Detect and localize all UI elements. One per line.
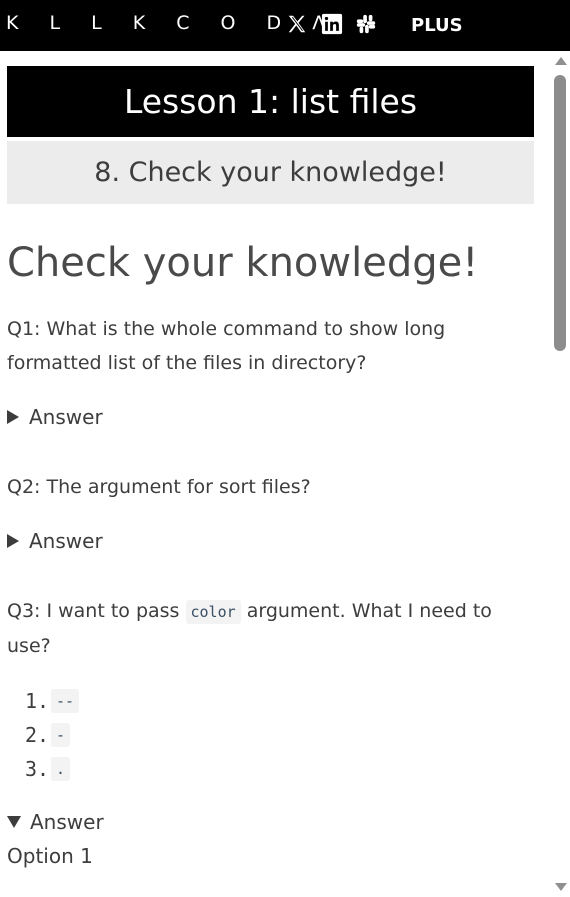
lesson-title-banner: Lesson 1: list files bbox=[7, 66, 534, 137]
list-item: 2. - bbox=[25, 718, 79, 752]
scroll-down-arrow-icon[interactable] bbox=[555, 883, 567, 891]
step-title-banner: 8. Check your knowledge! bbox=[7, 141, 534, 204]
answer-label: Answer bbox=[29, 405, 103, 429]
scrollbar-thumb[interactable] bbox=[554, 75, 566, 351]
option-code: . bbox=[51, 757, 71, 781]
question-3-text: Q3: I want to pass color argument. What … bbox=[7, 594, 527, 663]
page-heading: Check your knowledge! bbox=[7, 240, 479, 286]
vertical-scrollbar[interactable] bbox=[551, 51, 570, 897]
disclosure-expanded-icon bbox=[7, 816, 21, 828]
answer-3-text: Option 1 bbox=[7, 844, 93, 868]
x-icon[interactable] bbox=[286, 12, 308, 36]
question-1-text: Q1: What is the whole command to show lo… bbox=[7, 318, 446, 374]
answer-2-toggle[interactable]: Answer bbox=[7, 529, 103, 553]
disclosure-collapsed-icon bbox=[7, 410, 19, 424]
scroll-up-arrow-icon[interactable] bbox=[555, 57, 567, 65]
top-navigation-bar: K L L K C O D Λ PLUS bbox=[0, 0, 570, 51]
question-3-prefix: Q3: I want to pass bbox=[7, 600, 186, 622]
options-list: 1. -- 2. - 3. . bbox=[25, 684, 80, 786]
option-number: 2. bbox=[25, 723, 50, 747]
disclosure-collapsed-icon bbox=[7, 534, 19, 548]
list-item: 1. -- bbox=[25, 684, 80, 718]
linkedin-icon[interactable] bbox=[321, 12, 343, 36]
list-item: 3. . bbox=[25, 752, 79, 786]
question-2-text: Q2: The argument for sort files? bbox=[7, 476, 311, 498]
answer-3-toggle[interactable]: Answer bbox=[7, 810, 104, 834]
option-code: -- bbox=[51, 689, 80, 713]
answer-label: Answer bbox=[30, 810, 104, 834]
inline-code-color: color bbox=[185, 600, 241, 624]
option-number: 3. bbox=[25, 757, 50, 781]
plus-link[interactable]: PLUS bbox=[411, 15, 463, 36]
slack-icon[interactable] bbox=[355, 12, 377, 36]
answer-label: Answer bbox=[29, 529, 103, 553]
option-code: - bbox=[51, 723, 71, 747]
option-number: 1. bbox=[25, 689, 50, 713]
answer-1-toggle[interactable]: Answer bbox=[7, 405, 103, 429]
